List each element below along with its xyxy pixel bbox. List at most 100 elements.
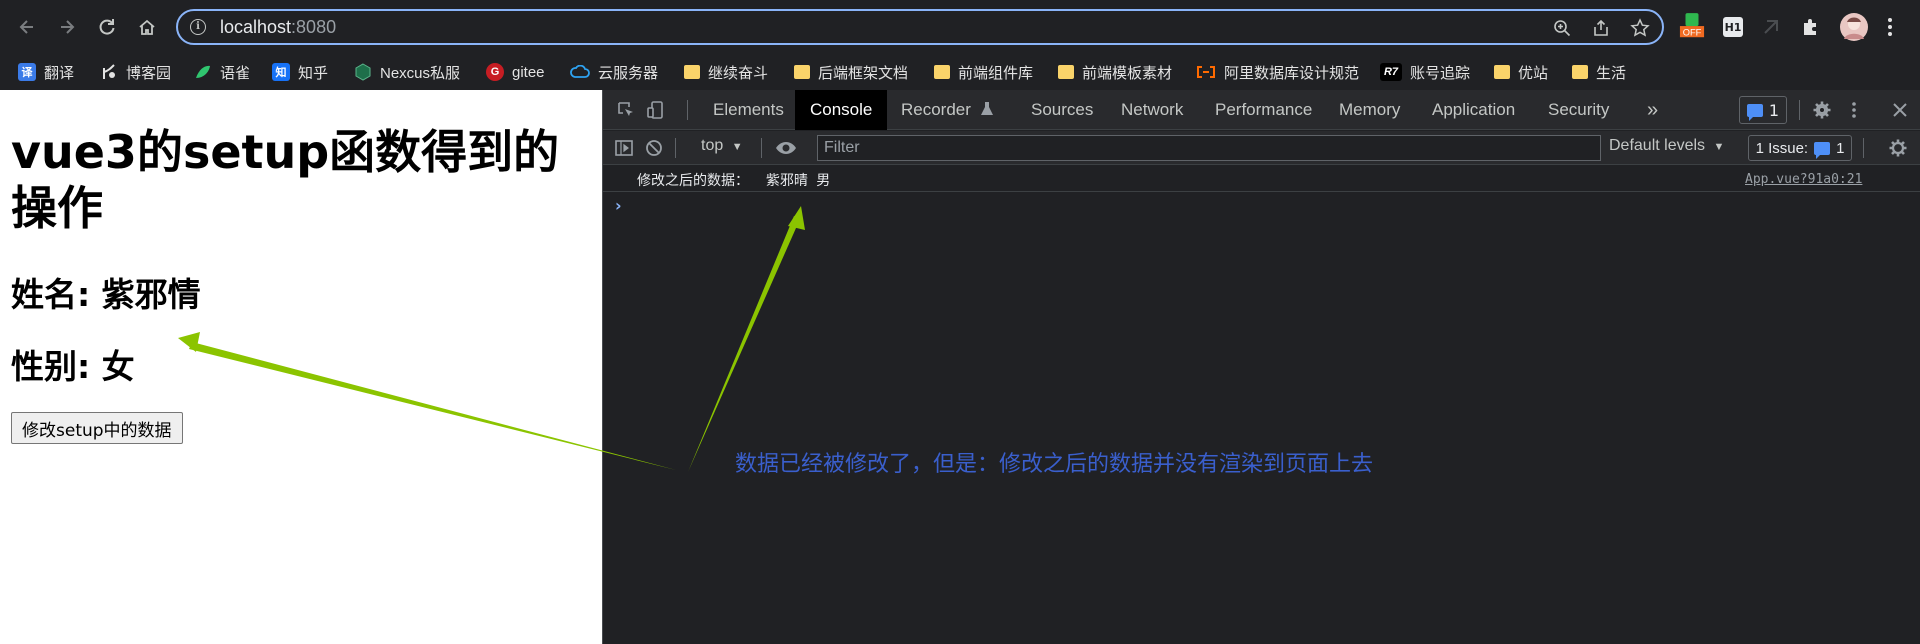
console-prompt-chevron-icon[interactable]: › [615, 196, 622, 215]
page-title: vue3的setup函数得到的操作 [11, 125, 560, 235]
h1-label: H1 [1723, 17, 1743, 37]
bookmark-zhihu[interactable]: 知知乎 [272, 62, 328, 82]
log-levels-dropdown[interactable]: Default levels ▼ [1609, 137, 1724, 155]
arrow-right-icon [61, 20, 75, 34]
tab-performance[interactable]: Performance [1215, 90, 1312, 130]
bookmarks-bar: 译翻译 博客园 语雀 知知乎 Nexcus私服 Ggitee 云服务器 继续奋斗… [0, 54, 1920, 90]
gitee-icon: G [486, 63, 504, 81]
device-toolbar-icon[interactable] [643, 97, 669, 123]
issues-label: 1 Issue: [1755, 139, 1809, 157]
star-icon[interactable] [1628, 16, 1652, 40]
avatar[interactable] [1840, 13, 1868, 41]
menu-icon[interactable] [1878, 12, 1902, 42]
reload-button[interactable] [92, 12, 122, 42]
devtools-panel: Elements Console Recorder Sources Networ… [602, 90, 1920, 644]
gender-heading: 性别: 女 [11, 347, 135, 386]
cnblogs-icon [100, 63, 118, 81]
bookmark-label: gitee [512, 63, 545, 81]
more-options-icon[interactable] [1841, 97, 1867, 123]
bookmark-label: 云服务器 [598, 64, 659, 82]
toolbar-divider [1863, 138, 1864, 158]
tab-application[interactable]: Application [1432, 90, 1515, 130]
message-icon [1746, 103, 1763, 121]
extension-dim-icon[interactable] [1758, 14, 1784, 40]
tab-console[interactable]: Console [795, 90, 888, 130]
toolbar-divider [687, 100, 688, 120]
bookmark-folder-2[interactable]: 后端框架文档 [794, 62, 908, 82]
bookmark-aliyun[interactable]: 阿里数据库设计规范 [1196, 62, 1359, 82]
tab-sources[interactable]: Sources [1031, 90, 1093, 130]
home-button[interactable] [132, 12, 162, 42]
bookmark-cnblogs[interactable]: 博客园 [100, 62, 171, 82]
bookmark-nexcus[interactable]: Nexcus私服 [354, 62, 460, 82]
extension-off-label: OFF [1683, 27, 1702, 37]
bookmark-folder-3[interactable]: 前端组件库 [934, 62, 1033, 82]
tab-recorder[interactable]: Recorder [901, 90, 994, 130]
bookmark-label: Nexcus私服 [380, 64, 461, 82]
translate-icon: 译 [18, 63, 36, 81]
console-source-link[interactable]: App.vue?91a0:21 [1745, 172, 1862, 187]
folder-icon [684, 65, 700, 79]
bookmark-label: 语雀 [220, 64, 251, 82]
context-label: top [701, 137, 724, 154]
bookmark-gitee[interactable]: Ggitee [486, 62, 545, 82]
zoom-icon[interactable] [1550, 16, 1574, 40]
url-text[interactable]: localhost:8080 [220, 17, 336, 38]
bookmark-translate[interactable]: 译翻译 [18, 62, 74, 82]
flask-icon [980, 102, 993, 115]
bookmark-account-track[interactable]: R7 账号追踪 [1380, 62, 1470, 82]
messages-badge[interactable]: 1 [1739, 96, 1787, 124]
close-icon[interactable] [1887, 97, 1913, 123]
bookmark-label: 翻译 [44, 64, 75, 82]
bookmark-yuque[interactable]: 语雀 [194, 62, 250, 82]
name-heading: 姓名: 紫邪情 [11, 275, 201, 314]
bookmark-folder-5[interactable]: 优站 [1494, 62, 1548, 82]
bookmark-label: 账号追踪 [1410, 64, 1471, 82]
forward-button[interactable] [52, 12, 82, 42]
bookmark-label: 生活 [1596, 64, 1627, 82]
extension-h1-icon[interactable]: H1 [1720, 14, 1746, 40]
browser-toolbar: i localhost:8080 OFF H1 [0, 0, 1920, 54]
url-port: :8080 [291, 17, 337, 37]
bookmark-folder-1[interactable]: 继续奋斗 [684, 62, 768, 82]
bookmark-label: 阿里数据库设计规范 [1224, 64, 1360, 82]
back-button[interactable] [12, 12, 42, 42]
address-bar[interactable]: i localhost:8080 [176, 9, 1664, 45]
toolbar-divider [1799, 100, 1800, 120]
tab-network[interactable]: Network [1121, 90, 1183, 130]
yuque-icon [194, 63, 212, 81]
console-settings-gear-icon[interactable] [1885, 135, 1911, 161]
info-icon[interactable]: i [190, 19, 206, 35]
modify-data-button[interactable]: 修改setup中的数据 [11, 412, 183, 444]
bookmark-label: 后端框架文档 [818, 64, 909, 82]
tab-memory[interactable]: Memory [1339, 90, 1400, 130]
bookmark-folder-4[interactable]: 前端模板素材 [1058, 62, 1172, 82]
sidebar-toggle-icon[interactable] [611, 135, 637, 161]
extension-off-icon[interactable]: OFF [1679, 13, 1705, 40]
toolbar-divider [675, 138, 676, 158]
tab-security[interactable]: Security [1548, 90, 1609, 130]
bookmark-folder-6[interactable]: 生活 [1572, 62, 1626, 82]
tab-recorder-label: Recorder [901, 100, 971, 119]
issues-button[interactable]: 1 Issue: 1 [1748, 135, 1852, 161]
folder-icon [1058, 65, 1074, 79]
triangle-down-icon: ▼ [731, 141, 743, 153]
filter-input[interactable]: Filter [817, 135, 1601, 161]
tab-elements[interactable]: Elements [713, 90, 784, 130]
more-tabs-chevron-icon[interactable]: » [1647, 90, 1658, 130]
clear-console-icon[interactable] [641, 135, 667, 161]
console-log-entry: 修改之后的数据： 紫邪晴 男 App.vue?91a0:21 [603, 166, 1920, 192]
arrow-left-icon [19, 20, 33, 34]
inspect-element-icon[interactable] [613, 97, 639, 123]
context-selector[interactable]: top ▼ [701, 137, 743, 155]
share-icon[interactable] [1589, 16, 1613, 40]
bookmark-label: 知乎 [298, 64, 329, 82]
folder-icon [934, 65, 950, 79]
eye-icon[interactable] [773, 135, 799, 161]
aliyun-icon [1196, 63, 1216, 81]
gear-icon[interactable] [1809, 97, 1835, 123]
puzzle-icon[interactable] [1798, 14, 1824, 40]
bookmark-label: 继续奋斗 [708, 64, 769, 82]
bookmark-cloud-server[interactable]: 云服务器 [570, 62, 658, 82]
toolbar-divider [761, 138, 762, 158]
